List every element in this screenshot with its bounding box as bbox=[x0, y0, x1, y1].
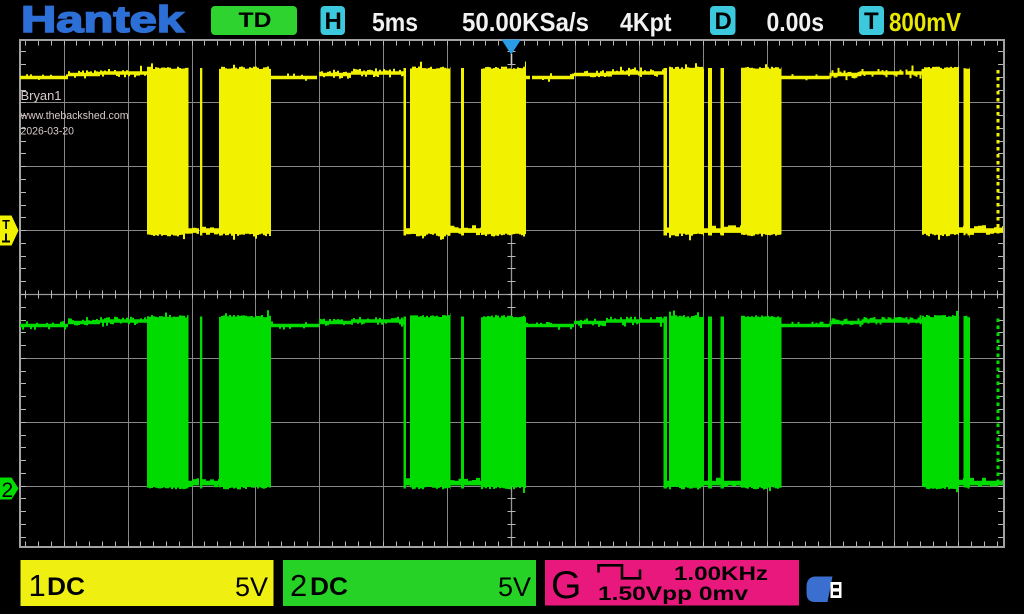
svg-text:www.thebackshed.com: www.thebackshed.com bbox=[20, 110, 129, 122]
svg-text:1.00KHz: 1.00KHz bbox=[674, 564, 768, 585]
svg-text:5ms: 5ms bbox=[372, 7, 418, 37]
svg-text:1: 1 bbox=[29, 568, 46, 603]
svg-text:TD: TD bbox=[239, 9, 272, 32]
svg-text:T: T bbox=[2, 218, 10, 232]
svg-text:G: G bbox=[551, 564, 581, 607]
svg-text:0.00s: 0.00s bbox=[767, 7, 825, 37]
svg-text:H: H bbox=[325, 8, 342, 35]
svg-text:2026-03-20: 2026-03-20 bbox=[21, 126, 75, 138]
svg-text:Bryan1: Bryan1 bbox=[21, 89, 62, 103]
svg-text:D: D bbox=[715, 8, 732, 35]
svg-text:2: 2 bbox=[290, 568, 307, 603]
svg-text:5V: 5V bbox=[235, 572, 268, 602]
svg-text:DC: DC bbox=[310, 573, 348, 601]
svg-text:DC: DC bbox=[47, 573, 85, 601]
svg-text:2: 2 bbox=[2, 479, 14, 502]
svg-text:1.50Vpp 0mv: 1.50Vpp 0mv bbox=[598, 584, 749, 605]
svg-text:Hantek: Hantek bbox=[21, 0, 185, 40]
svg-text:50.00KSa/s: 50.00KSa/s bbox=[462, 7, 589, 37]
svg-text:5V: 5V bbox=[498, 572, 531, 602]
svg-text:4Kpt: 4Kpt bbox=[620, 7, 672, 37]
svg-text:800mV: 800mV bbox=[889, 7, 962, 37]
svg-text:T: T bbox=[864, 8, 879, 35]
